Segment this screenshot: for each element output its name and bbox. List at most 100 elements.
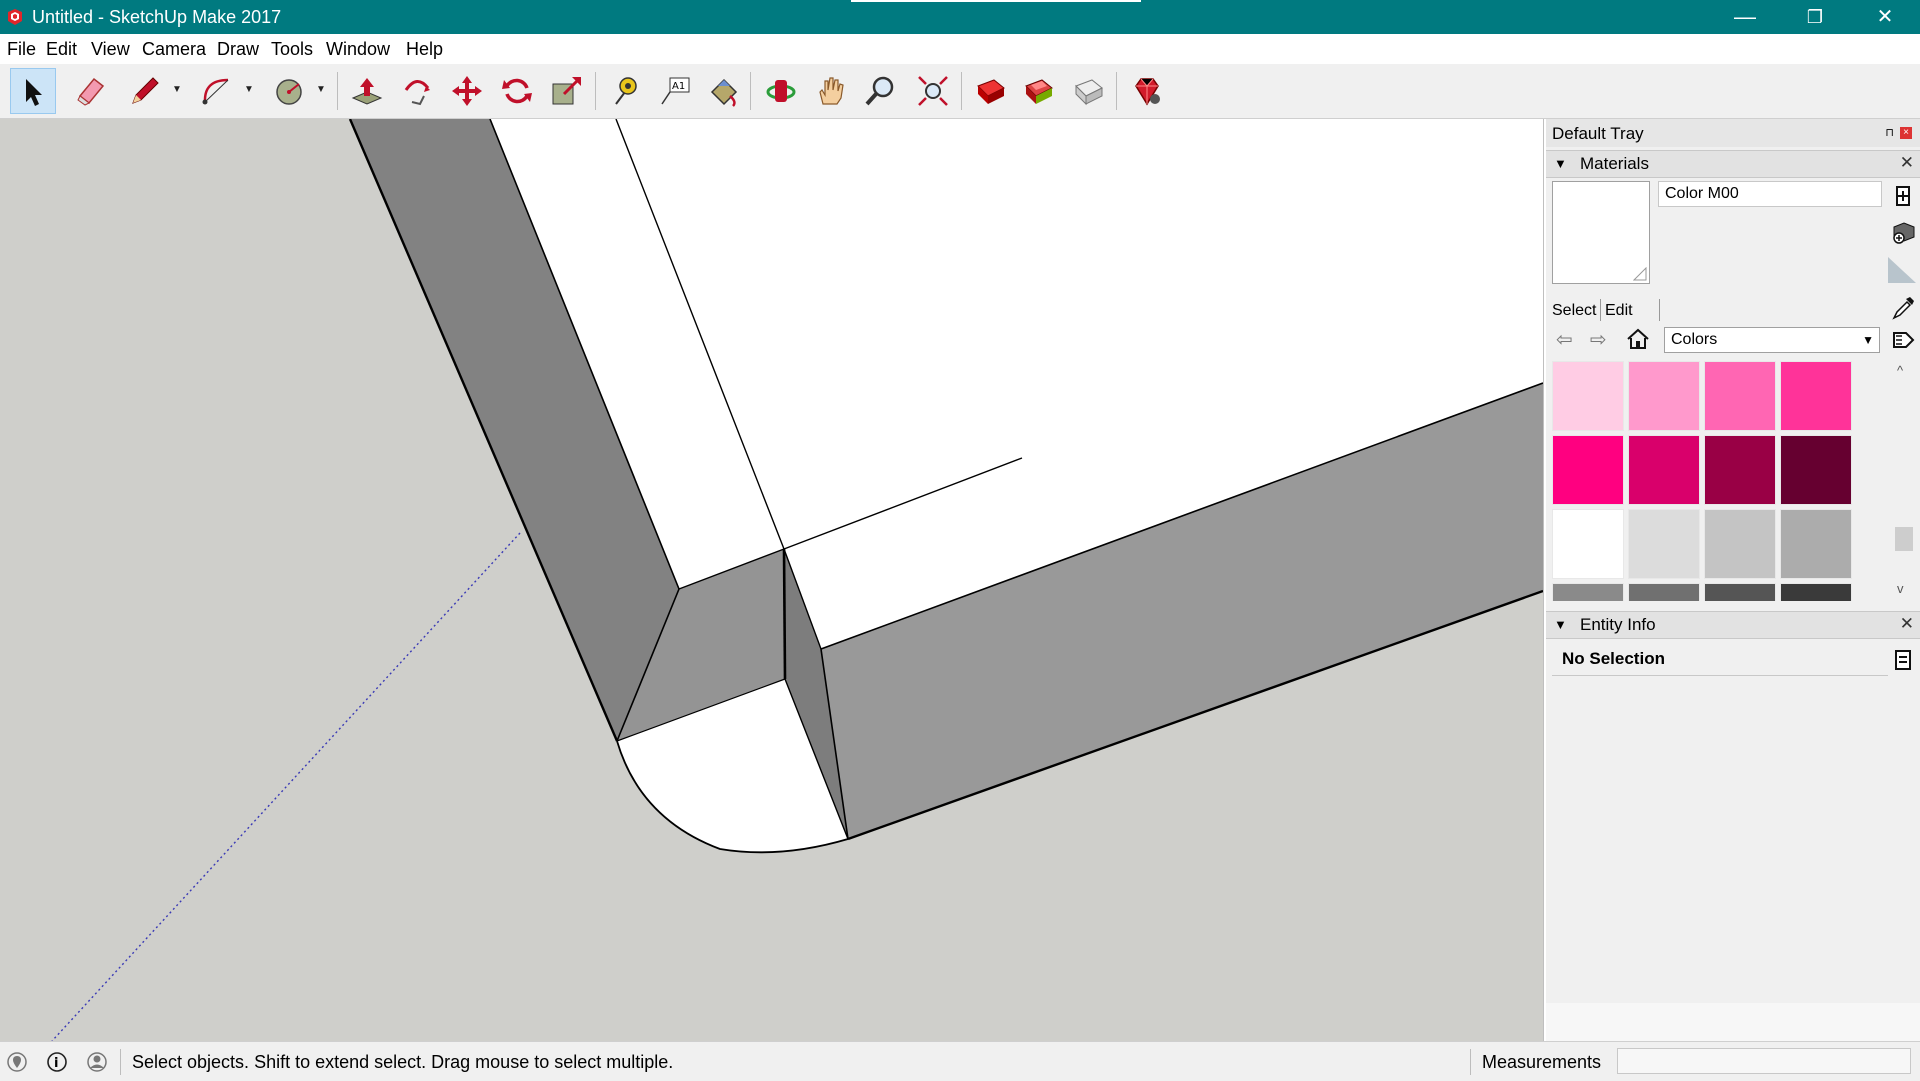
- 3d-viewport[interactable]: [0, 119, 1544, 1041]
- material-swatch[interactable]: [1552, 361, 1624, 431]
- material-swatch[interactable]: [1552, 509, 1624, 579]
- orbit-tool-button[interactable]: [758, 68, 804, 114]
- material-swatch[interactable]: [1628, 583, 1700, 601]
- home-icon: [1627, 328, 1649, 349]
- ruby-gem-icon: [1135, 78, 1160, 106]
- sample-paint-button[interactable]: [1886, 255, 1918, 285]
- credits-icon[interactable]: i: [46, 1051, 68, 1073]
- entity-info-toggle-button[interactable]: [1890, 647, 1916, 673]
- extension-warehouse-button[interactable]: [1016, 68, 1062, 114]
- status-message: Select objects. Shift to extend select. …: [132, 1052, 674, 1072]
- collapse-triangle-icon[interactable]: ▼: [1554, 617, 1567, 632]
- secondary-material-button[interactable]: [1890, 219, 1916, 245]
- materials-panel-header[interactable]: ▼ Materials ✕: [1546, 150, 1920, 178]
- entity-info-close-icon[interactable]: ✕: [1900, 614, 1914, 634]
- tape-measure-icon: [615, 77, 637, 105]
- menu-tools[interactable]: Tools: [271, 39, 313, 60]
- tray-close-icon[interactable]: ×: [1900, 127, 1912, 139]
- pin-icon[interactable]: ⊓: [1885, 126, 1894, 139]
- move-arrows-icon: [452, 76, 482, 106]
- restore-button[interactable]: ❐: [1780, 0, 1850, 34]
- pan-tool-button[interactable]: [808, 68, 854, 114]
- scale-tool-button[interactable]: [544, 68, 590, 114]
- main-toolbar: ▼ ▼ ▼ A1: [0, 64, 1920, 119]
- pencil-icon: [132, 77, 159, 104]
- tab-edit[interactable]: Edit: [1605, 302, 1633, 320]
- arc-tool-dropdown[interactable]: ▼: [244, 84, 254, 95]
- material-swatch[interactable]: [1628, 361, 1700, 431]
- menu-camera[interactable]: Camera: [142, 39, 206, 60]
- eraser-tool-button[interactable]: [68, 68, 114, 114]
- text-label-icon: A1: [661, 77, 690, 105]
- tab-select[interactable]: Select: [1552, 302, 1596, 320]
- menu-view[interactable]: View: [91, 39, 130, 60]
- material-swatch[interactable]: [1780, 509, 1852, 579]
- rotate-tool-button[interactable]: [494, 68, 540, 114]
- user-icon[interactable]: [86, 1051, 108, 1073]
- hand-pan-icon: [819, 77, 844, 105]
- tab-divider: [1659, 299, 1660, 321]
- menu-file[interactable]: File: [7, 39, 36, 60]
- scroll-thumb[interactable]: [1895, 527, 1913, 551]
- orbit-icon: [766, 80, 796, 102]
- material-swatch[interactable]: [1628, 435, 1700, 505]
- eyedropper-button[interactable]: [1890, 295, 1916, 321]
- materials-close-icon[interactable]: ✕: [1900, 153, 1914, 173]
- material-swatch[interactable]: [1780, 583, 1852, 601]
- material-swatch[interactable]: [1552, 583, 1624, 601]
- home-button[interactable]: [1626, 327, 1650, 351]
- collection-dropdown[interactable]: Colors ▼: [1664, 327, 1880, 353]
- shapes-tool-button[interactable]: [266, 68, 312, 114]
- layout-button[interactable]: [1066, 68, 1112, 114]
- push-pull-tool-button[interactable]: [344, 68, 390, 114]
- zoom-extents-tool-button[interactable]: [910, 68, 956, 114]
- entity-info-panel-header[interactable]: ▼ Entity Info ✕: [1546, 611, 1920, 639]
- geo-location-icon[interactable]: [6, 1051, 28, 1073]
- zoom-tool-button[interactable]: [858, 68, 904, 114]
- close-button[interactable]: ✕: [1850, 0, 1920, 34]
- tape-measure-tool-button[interactable]: [602, 68, 648, 114]
- material-swatch[interactable]: [1780, 361, 1852, 431]
- material-swatch[interactable]: [1704, 509, 1776, 579]
- minimize-icon: —: [1734, 4, 1756, 29]
- back-arrow-icon[interactable]: ⇦: [1556, 327, 1580, 351]
- arrow-cursor-icon: [26, 79, 42, 106]
- tray-footer: [1546, 1003, 1920, 1041]
- menu-window[interactable]: Window: [326, 39, 390, 60]
- model-drawing[interactable]: [0, 119, 1543, 1041]
- paint-bucket-tool-button[interactable]: [700, 68, 746, 114]
- swatch-scrollbar[interactable]: ^ v: [1892, 361, 1914, 601]
- rotate-icon: [502, 78, 532, 104]
- text-tool-button[interactable]: A1: [652, 68, 698, 114]
- material-name-field[interactable]: Color M00: [1658, 181, 1882, 207]
- select-tool-button[interactable]: [10, 68, 56, 114]
- material-swatch[interactable]: [1704, 583, 1776, 601]
- details-button[interactable]: [1890, 327, 1916, 353]
- menu-help[interactable]: Help: [406, 39, 443, 60]
- entity-info-title: Entity Info: [1580, 615, 1656, 634]
- menu-draw[interactable]: Draw: [217, 39, 259, 60]
- create-material-button[interactable]: [1890, 183, 1916, 209]
- measurements-input[interactable]: [1617, 1048, 1911, 1074]
- scroll-up-icon[interactable]: ^: [1897, 363, 1903, 378]
- material-preview: [1552, 181, 1650, 284]
- collapse-triangle-icon[interactable]: ▼: [1554, 156, 1567, 171]
- move-tool-button[interactable]: [444, 68, 490, 114]
- material-swatch[interactable]: [1704, 435, 1776, 505]
- forward-arrow-icon[interactable]: ⇨: [1590, 327, 1614, 351]
- eyedropper-icon: [1892, 297, 1914, 320]
- minimize-button[interactable]: —: [1710, 0, 1780, 34]
- scroll-down-icon[interactable]: v: [1897, 581, 1904, 596]
- material-swatch[interactable]: [1704, 361, 1776, 431]
- arc-tool-button[interactable]: [194, 68, 240, 114]
- material-swatch[interactable]: [1780, 435, 1852, 505]
- line-tool-dropdown[interactable]: ▼: [172, 84, 182, 95]
- material-swatch[interactable]: [1552, 435, 1624, 505]
- shapes-tool-dropdown[interactable]: ▼: [316, 84, 326, 95]
- 3d-warehouse-button[interactable]: [968, 68, 1014, 114]
- menu-edit[interactable]: Edit: [46, 39, 77, 60]
- follow-me-tool-button[interactable]: [394, 68, 440, 114]
- line-tool-button[interactable]: [122, 68, 168, 114]
- material-swatch[interactable]: [1628, 509, 1700, 579]
- extension-manager-button[interactable]: [1124, 68, 1170, 114]
